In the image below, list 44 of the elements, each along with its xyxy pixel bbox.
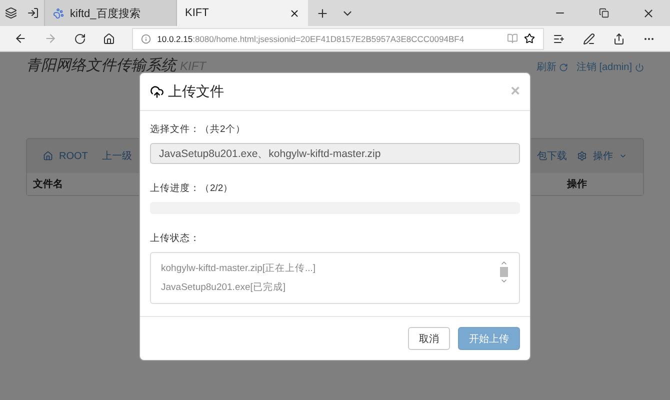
cloud-upload-icon [150,84,164,99]
up-button[interactable]: 上一级 [102,149,132,163]
logout-link[interactable]: 注销 [admin] [576,60,644,74]
paw-icon [53,8,64,18]
pack-download-button[interactable]: 包下载 [537,149,567,163]
tab-title: KIFT [185,7,210,19]
address-bar[interactable]: 10.0.2.15:8080/home.html;jsessionid=20EF41D8157E2B5957A3E8CCC0094BF4 [132,28,544,50]
browser-tab[interactable]: kiftd_百度搜索 [44,0,176,26]
info-icon[interactable] [141,34,152,44]
restore-icon[interactable] [599,8,609,18]
dialog-title: 上传文件 [168,82,224,101]
close-icon[interactable] [642,6,654,20]
home-icon[interactable] [103,32,116,44]
back-icon[interactable] [14,32,28,45]
browser-tab[interactable]: KIFT [176,0,308,26]
power-icon [635,62,644,72]
caret-icon [619,152,627,160]
field-label: 选择文件：（共2个） [150,123,246,136]
pen-icon[interactable] [583,32,595,44]
status-line: kohgylw-kiftd-master.zip[正在上传...] [161,262,317,276]
refresh-icon [559,62,568,72]
home-icon [43,151,53,161]
site-title: 青阳网络文件传输系统 [26,56,176,75]
refresh-icon[interactable] [74,32,86,44]
scrollbar-thumb[interactable] [500,267,508,278]
files-field[interactable]: JavaSetup8u201.exe、kohgylw-kiftd-master.zip [150,143,520,164]
share-icon[interactable] [613,32,625,44]
status-line: JavaSetup8u201.exe[已完成] [161,281,287,294]
favorite-icon[interactable] [524,33,535,44]
field-label: 上传状态： [150,232,201,246]
url-text: 10.0.2.15:8080/home.html;jsessionid=20EF41D8157E2B5957A3E8CCC0094BF4 [157,34,466,44]
gear-icon [577,151,587,161]
field-label: 上传进度：（2/2） [150,182,234,196]
refresh-link[interactable]: 刷新 [536,60,568,74]
actions-button[interactable]: 操作 [577,149,627,163]
column-header: 操作 [567,178,587,191]
close-button[interactable]: × [510,82,520,101]
root-button[interactable]: ROOT [43,150,88,162]
tab-title: kiftd_百度搜索 [70,6,142,20]
column-header: 文件名 [33,178,63,191]
cancel-button[interactable]: 取消 [408,327,450,350]
favorites-icon[interactable] [553,32,565,44]
new-tab-icon[interactable] [316,6,328,20]
close-tab-icon[interactable] [289,8,300,18]
